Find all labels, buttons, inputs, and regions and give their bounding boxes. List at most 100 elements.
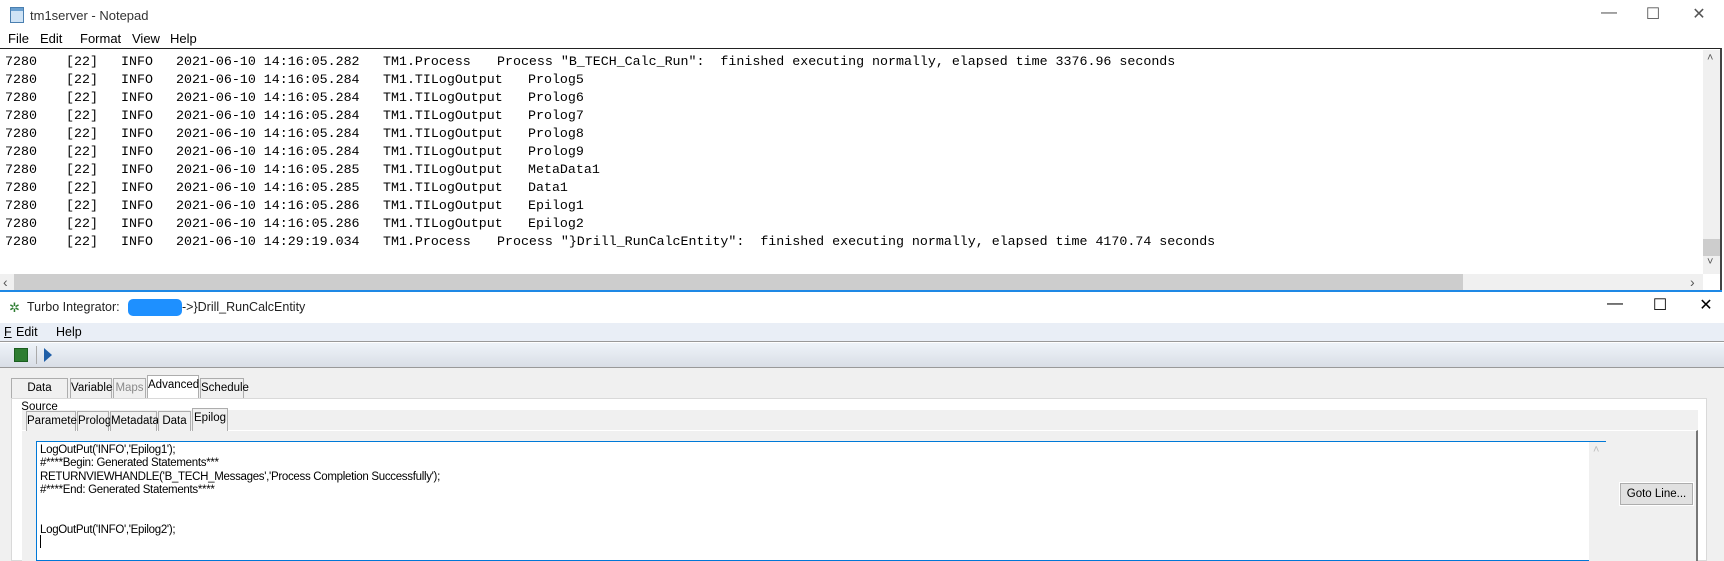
ti-process-name: ->}Drill_RunCalcEntity — [182, 300, 306, 314]
log-timestamp: 2021-06-10 14:16:05.285 — [176, 180, 360, 195]
log-timestamp: 2021-06-10 14:16:05.282 — [176, 54, 360, 69]
ti-title-bar: ✲ Turbo Integrator: ->}Drill_RunCalcEnti… — [0, 292, 1724, 323]
notepad-minimize-button[interactable]: — — [1594, 4, 1624, 22]
log-message: Data1 — [528, 180, 568, 195]
code-line: RETURNVIEWHANDLE('B_TECH_Messages','Proc… — [40, 470, 440, 483]
log-message: Epilog2 — [528, 216, 584, 231]
gears-icon: ✲ — [9, 300, 20, 315]
epilog-code-editor[interactable] — [36, 441, 1606, 561]
log-timestamp: 2021-06-10 14:16:05.286 — [176, 198, 360, 213]
subtab-strip — [22, 410, 1698, 430]
log-timestamp: 2021-06-10 14:16:05.284 — [176, 108, 360, 123]
log-level: INFO — [121, 162, 153, 177]
save-icon[interactable] — [14, 348, 28, 362]
notepad-close-button[interactable]: ✕ — [1684, 4, 1714, 24]
log-pid: 7280 — [5, 72, 37, 87]
notepad-horizontal-scroll-thumb[interactable] — [14, 274, 1463, 290]
log-thread: [22] — [66, 72, 98, 87]
log-level: INFO — [121, 126, 153, 141]
log-message: Prolog9 — [528, 144, 584, 159]
notepad-window-title: tm1server - Notepad — [30, 8, 149, 23]
log-level: INFO — [121, 198, 153, 213]
menu-edit[interactable]: Edit — [40, 31, 62, 46]
log-level: INFO — [121, 72, 153, 87]
goto-line-button[interactable]: Goto Line... — [1620, 483, 1693, 505]
scroll-right-icon[interactable]: › — [1690, 274, 1695, 290]
log-message: MetaData1 — [528, 162, 600, 177]
scroll-left-icon[interactable]: ‹ — [3, 274, 8, 290]
log-thread: [22] — [66, 198, 98, 213]
text-cursor — [40, 535, 41, 548]
notepad-icon — [10, 7, 24, 23]
tab-advanced[interactable]: Advanced — [147, 375, 199, 398]
log-message: Process "}Drill_RunCalcEntity": finished… — [497, 234, 1216, 249]
subtab-parameters[interactable]: Parameters — [26, 411, 86, 431]
log-thread: [22] — [66, 126, 98, 141]
menu-file[interactable]: File — [8, 31, 29, 46]
log-timestamp: 2021-06-10 14:29:19.034 — [176, 234, 360, 249]
log-pid: 7280 — [5, 216, 37, 231]
subtab-metadata[interactable]: Metadata — [110, 411, 159, 431]
editor-scroll-up-icon[interactable]: ˄ — [1593, 444, 1599, 456]
log-logger: TM1.TILogOutput — [383, 108, 503, 123]
log-pid: 7280 — [5, 144, 37, 159]
log-level: INFO — [121, 54, 153, 69]
log-level: INFO — [121, 144, 153, 159]
log-level: INFO — [121, 180, 153, 195]
log-thread: [22] — [66, 162, 98, 177]
run-icon[interactable] — [44, 348, 52, 362]
log-timestamp: 2021-06-10 14:16:05.284 — [176, 72, 360, 87]
tab-data-source[interactable]: Data Source — [11, 378, 68, 413]
log-logger: TM1.Process — [383, 234, 471, 249]
ti-minimize-button[interactable]: — — [1600, 295, 1630, 313]
ti-maximize-button[interactable]: ☐ — [1645, 295, 1675, 315]
log-pid: 7280 — [5, 54, 37, 69]
log-message: Prolog8 — [528, 126, 584, 141]
log-timestamp: 2021-06-10 14:16:05.284 — [176, 144, 360, 159]
ti-menu-help[interactable]: Help — [56, 325, 82, 339]
tab-schedule[interactable]: Schedule — [200, 378, 249, 398]
log-thread: [22] — [66, 216, 98, 231]
log-logger: TM1.TILogOutput — [383, 72, 503, 87]
notepad-vertical-scroll-thumb[interactable] — [1703, 239, 1720, 256]
subtab-epilog[interactable]: Epilog — [192, 408, 228, 431]
log-pid: 7280 — [5, 90, 37, 105]
subtab-data[interactable]: Data — [158, 411, 191, 431]
tab-maps[interactable]: Maps — [113, 378, 146, 398]
log-pid: 7280 — [5, 162, 37, 177]
ti-toolbar — [0, 343, 1724, 368]
notepad-maximize-button[interactable]: ☐ — [1638, 4, 1668, 24]
scroll-down-icon[interactable]: ˅ — [1707, 256, 1713, 268]
log-thread: [22] — [66, 234, 98, 249]
menu-help[interactable]: Help — [170, 31, 197, 46]
log-level: INFO — [121, 108, 153, 123]
log-pid: 7280 — [5, 180, 37, 195]
log-thread: [22] — [66, 108, 98, 123]
log-logger: TM1.TILogOutput — [383, 144, 503, 159]
ti-menu-bar: F Edit Help — [0, 323, 1724, 342]
log-pid: 7280 — [5, 198, 37, 213]
editor-vertical-scrollbar[interactable]: ˄ — [1589, 442, 1606, 561]
log-message: Prolog5 — [528, 72, 584, 87]
log-timestamp: 2021-06-10 14:16:05.286 — [176, 216, 360, 231]
notepad-menu-bar: File Edit Format View Help — [0, 28, 1722, 48]
scroll-up-icon[interactable]: ˄ — [1707, 52, 1713, 64]
log-logger: TM1.TILogOutput — [383, 126, 503, 141]
log-logger: TM1.Process — [383, 54, 471, 69]
ti-menu-file[interactable]: F — [4, 325, 12, 339]
menu-view[interactable]: View — [132, 31, 160, 46]
log-message: Process "B_TECH_Calc_Run": finished exec… — [497, 54, 1176, 69]
subtab-prolog[interactable]: Prolog — [77, 411, 111, 431]
ti-close-button[interactable]: ✕ — [1691, 295, 1721, 315]
tab-variables[interactable]: Variables — [70, 378, 118, 398]
log-timestamp: 2021-06-10 14:16:05.284 — [176, 90, 360, 105]
log-level: INFO — [121, 234, 153, 249]
code-line: #****Begin: Generated Statements*** — [40, 457, 219, 470]
log-logger: TM1.TILogOutput — [383, 216, 503, 231]
menu-format[interactable]: Format — [80, 31, 121, 46]
log-level: INFO — [121, 90, 153, 105]
redacted-server-name — [128, 299, 182, 316]
ti-menu-edit[interactable]: Edit — [16, 325, 38, 339]
log-pid: 7280 — [5, 234, 37, 249]
log-timestamp: 2021-06-10 14:16:05.285 — [176, 162, 360, 177]
